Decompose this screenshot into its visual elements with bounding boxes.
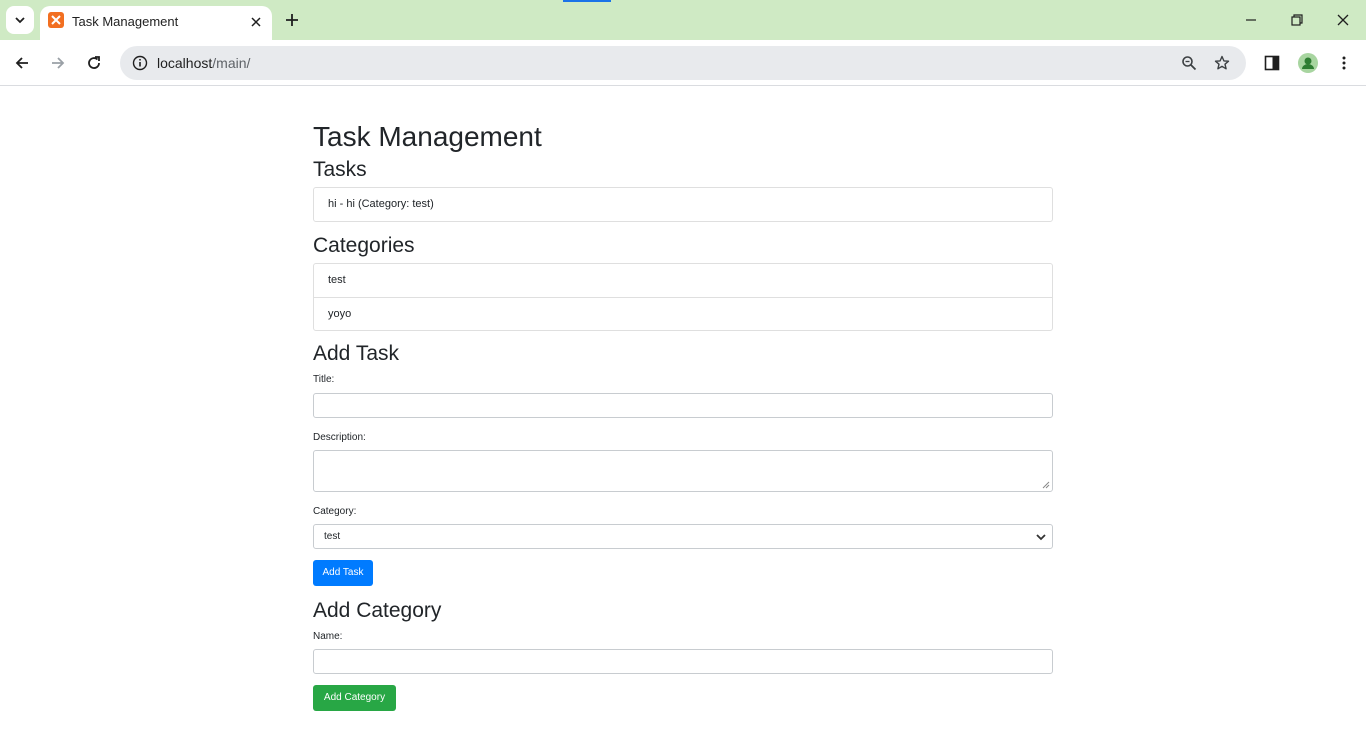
task-description-textarea[interactable]: [313, 450, 1053, 492]
browser-tab[interactable]: Task Management: [40, 6, 272, 40]
resize-grip-icon[interactable]: [1042, 481, 1050, 489]
restore-icon: [1291, 14, 1303, 26]
profile-button[interactable]: [1294, 49, 1322, 77]
close-icon: [251, 17, 261, 27]
minimize-button[interactable]: [1236, 6, 1266, 34]
category-list-item: yoyo: [314, 297, 1052, 330]
description-label: Description:: [313, 432, 366, 443]
close-window-button[interactable]: [1328, 6, 1358, 34]
arrow-left-icon: [15, 57, 28, 69]
tasks-heading: Tasks: [313, 158, 367, 181]
more-vertical-icon: [1342, 56, 1346, 70]
forward-button[interactable]: [44, 49, 72, 77]
add-category-heading: Add Category: [313, 599, 442, 622]
plus-icon: [286, 14, 298, 26]
add-task-heading: Add Task: [313, 342, 399, 365]
reload-button[interactable]: [80, 49, 108, 77]
minimize-icon: [1246, 19, 1256, 21]
tab-search-button[interactable]: [6, 6, 34, 34]
url-host: localhost: [157, 55, 213, 71]
bookmark-star-icon[interactable]: [1210, 51, 1234, 75]
page-title: Task Management: [313, 121, 542, 152]
page-viewport: Task Management Tasks hi - hi (Category:…: [0, 87, 1366, 730]
chevron-down-icon: [15, 17, 25, 24]
category-label: Category:: [313, 506, 357, 517]
back-button[interactable]: [8, 49, 36, 77]
url-text[interactable]: localhost/main/: [157, 55, 250, 71]
task-title-input[interactable]: [313, 393, 1053, 418]
avatar-icon: [1298, 53, 1318, 73]
new-tab-button[interactable]: [280, 8, 304, 32]
close-icon: [1337, 14, 1349, 26]
category-select-value: test: [324, 531, 341, 542]
browser-toolbar: localhost/main/: [0, 40, 1366, 86]
tab-title: Task Management: [72, 14, 179, 29]
side-panel-button[interactable]: [1258, 49, 1286, 77]
add-task-button[interactable]: Add Task: [313, 560, 373, 586]
task-list-item: hi - hi (Category: test): [328, 198, 434, 210]
browser-tabstrip: Task Management: [0, 0, 1366, 40]
xampp-favicon-icon: [48, 12, 64, 28]
address-bar[interactable]: localhost/main/: [120, 46, 1246, 80]
reload-icon: [88, 56, 100, 69]
menu-button[interactable]: [1330, 49, 1358, 77]
zoom-icon[interactable]: [1177, 51, 1201, 75]
arrow-right-icon: [52, 57, 65, 69]
category-list-item: test: [328, 274, 346, 286]
category-name-input[interactable]: [313, 649, 1053, 674]
task-category-select[interactable]: test: [313, 524, 1053, 549]
title-label: Title:: [313, 374, 335, 385]
restore-button[interactable]: [1282, 6, 1312, 34]
task-list: hi - hi (Category: test): [313, 187, 1053, 222]
add-category-button[interactable]: Add Category: [313, 685, 396, 711]
name-label: Name:: [313, 631, 343, 642]
url-path: /main/: [212, 55, 251, 71]
tabstrip-accent: [563, 0, 611, 2]
chevron-down-icon: [1036, 534, 1046, 541]
site-info-icon[interactable]: [128, 51, 152, 75]
categories-heading: Categories: [313, 234, 415, 257]
category-list: test yoyo: [313, 263, 1053, 331]
side-panel-icon: [1264, 55, 1280, 71]
tab-close-button[interactable]: [246, 12, 266, 32]
